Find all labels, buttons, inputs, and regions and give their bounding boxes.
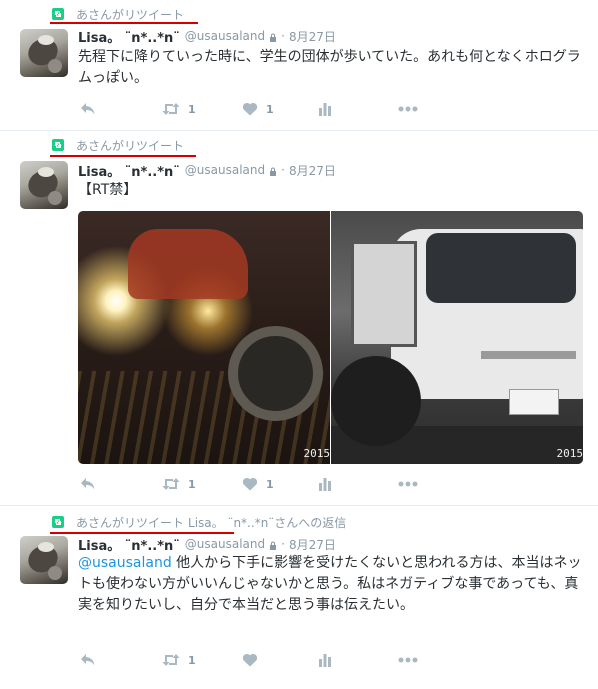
reply-button[interactable]: [80, 476, 96, 492]
heart-icon: [242, 102, 258, 116]
retweet-context: あさんがリツイート Lisa。 ¨n*..*n¨さんへの返信: [52, 514, 346, 530]
retweet-context-text[interactable]: あさんがリツイート: [76, 6, 184, 23]
retweet-button[interactable]: 1: [162, 652, 196, 668]
analytics-icon: [319, 103, 331, 116]
photo-right[interactable]: 2015: [331, 211, 583, 464]
retweet-button[interactable]: 1: [162, 476, 196, 492]
separator-dot: ·: [281, 29, 285, 43]
retweet-icon: [162, 478, 180, 490]
tweet[interactable]: あさんがリツイート Lisa。 ¨n*..*n¨ @usausaland · 8…: [0, 131, 598, 506]
reply-icon: [81, 478, 95, 490]
reply-icon: [81, 103, 95, 115]
like-button[interactable]: 1: [242, 476, 274, 492]
photo-left[interactable]: 2015: [78, 211, 330, 464]
more-button[interactable]: [398, 101, 418, 117]
screen-name[interactable]: @usausaland: [185, 537, 265, 551]
avatar[interactable]: [20, 536, 68, 584]
separator-dot: ·: [281, 163, 285, 177]
avatar[interactable]: [20, 29, 68, 77]
reply-icon: [81, 654, 95, 666]
fullname[interactable]: Lisa。 ¨n*..*n¨: [78, 27, 180, 46]
retweet-context-text[interactable]: あさんがリツイート: [76, 514, 184, 531]
screen-name[interactable]: @usausaland: [185, 29, 265, 43]
retweet-count: 1: [188, 653, 196, 667]
reply-button[interactable]: [80, 652, 96, 668]
more-button[interactable]: [398, 476, 418, 492]
separator-dot: ·: [281, 537, 285, 551]
tweet-text: @usausaland 他人から下手に影響を受けたくないと思われる方は、本当はネ…: [78, 553, 586, 616]
tweet-header: Lisa。 ¨n*..*n¨ @usausaland · 8月27日: [78, 27, 336, 46]
tweet-header: Lisa。 ¨n*..*n¨ @usausaland · 8月27日: [78, 161, 336, 180]
retweet-icon: [162, 654, 180, 666]
tweet-body: 【RT禁】: [78, 182, 138, 198]
retweet-count: 1: [188, 102, 196, 116]
more-button[interactable]: [398, 652, 418, 668]
more-dots-icon: [398, 106, 418, 112]
tweet-header: Lisa。 ¨n*..*n¨ @usausaland · 8月27日: [78, 535, 336, 554]
tweet[interactable]: あさんがリツイート Lisa。 ¨n*..*n¨ @usausaland · 8…: [0, 0, 598, 131]
more-dots-icon: [398, 657, 418, 663]
annotation-underline: [50, 155, 196, 157]
timeline: あさんがリツイート Lisa。 ¨n*..*n¨ @usausaland · 8…: [0, 0, 598, 689]
retweet-count: 1: [188, 477, 196, 491]
lock-icon: [269, 167, 277, 176]
tweet-text: 【RT禁】: [78, 180, 586, 201]
tweet[interactable]: あさんがリツイート Lisa。 ¨n*..*n¨さんへの返信 Lisa。 ¨n*…: [0, 506, 598, 689]
annotation-underline: [50, 22, 198, 24]
timestamp[interactable]: 8月27日: [289, 28, 336, 45]
mention-link[interactable]: @usausaland: [78, 555, 172, 571]
retweet-context: あさんがリツイート: [52, 6, 184, 22]
analytics-button[interactable]: [318, 101, 332, 117]
heart-icon: [242, 477, 258, 491]
retweet-badge-icon: [52, 139, 64, 151]
like-count: 1: [266, 102, 274, 116]
retweet-context: あさんがリツイート: [52, 137, 184, 153]
like-count: 1: [266, 477, 274, 491]
lock-icon: [269, 33, 277, 42]
reply-context-text[interactable]: Lisa。 ¨n*..*n¨さんへの返信: [188, 514, 346, 531]
analytics-button[interactable]: [318, 476, 332, 492]
avatar[interactable]: [20, 161, 68, 209]
like-button[interactable]: [242, 652, 266, 668]
timestamp[interactable]: 8月27日: [289, 536, 336, 553]
photo-date-stamp: 2015: [556, 447, 584, 460]
retweet-badge-icon: [52, 8, 64, 20]
heart-icon: [242, 653, 258, 667]
analytics-icon: [319, 478, 331, 491]
analytics-button[interactable]: [318, 652, 332, 668]
fullname[interactable]: Lisa。 ¨n*..*n¨: [78, 535, 180, 554]
retweet-badge-icon: [52, 516, 64, 528]
more-dots-icon: [398, 481, 418, 487]
tweet-body: 先程下に降りていった時に、学生の団体が歩いていた。あれも何となくホログラムっぽい…: [78, 49, 581, 86]
lock-icon: [269, 541, 277, 550]
fullname[interactable]: Lisa。 ¨n*..*n¨: [78, 161, 180, 180]
media-grid: 2015 2015: [78, 211, 583, 464]
reply-button[interactable]: [80, 101, 96, 117]
like-button[interactable]: 1: [242, 101, 274, 117]
photo-date-stamp: 2015: [303, 447, 331, 460]
timestamp[interactable]: 8月27日: [289, 162, 336, 179]
tweet-text: 先程下に降りていった時に、学生の団体が歩いていた。あれも何となくホログラムっぽい…: [78, 47, 586, 89]
retweet-button[interactable]: 1: [162, 101, 196, 117]
retweet-context-text[interactable]: あさんがリツイート: [76, 137, 184, 154]
screen-name[interactable]: @usausaland: [185, 163, 265, 177]
retweet-icon: [162, 103, 180, 115]
analytics-icon: [319, 654, 331, 667]
